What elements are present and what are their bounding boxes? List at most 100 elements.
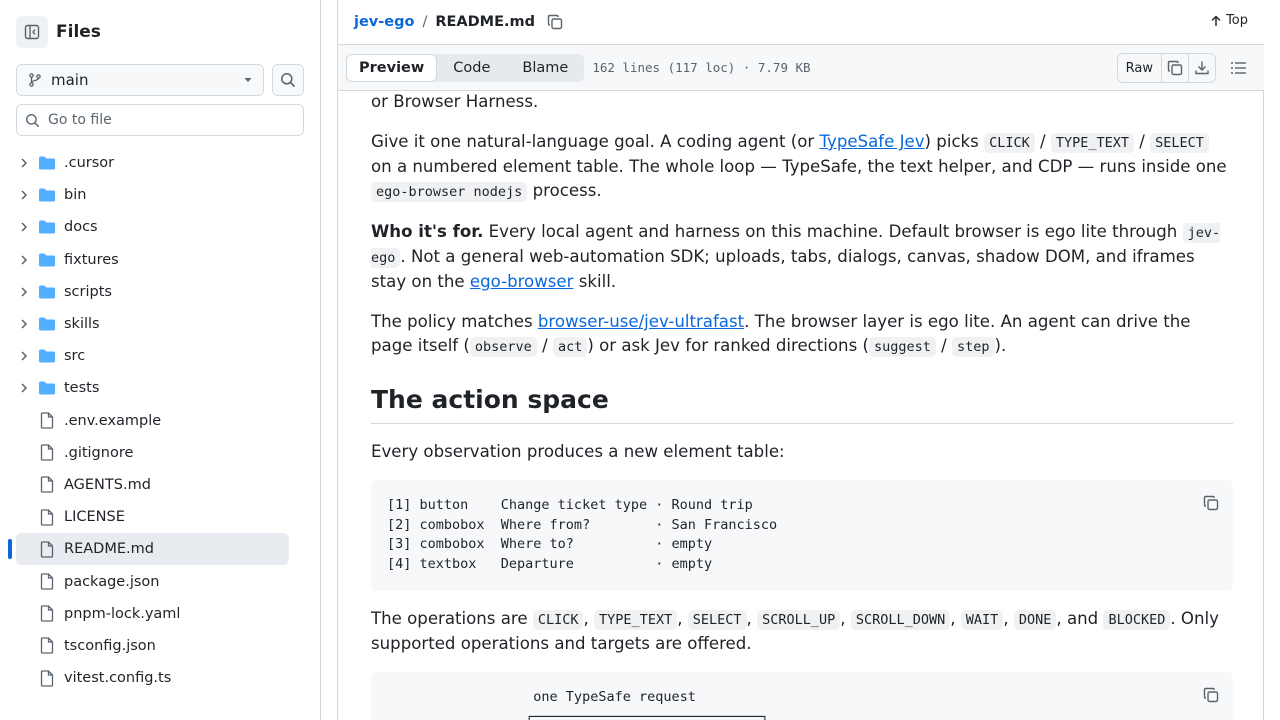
text: , — [746, 608, 758, 628]
file-viewer: jev-ego / README.md Top Preview Code Bla… — [337, 0, 1264, 720]
copy-raw-button[interactable] — [1161, 54, 1188, 82]
tree-item-label: docs — [64, 219, 98, 236]
file-icon-slot — [38, 412, 56, 429]
tree-folder-item[interactable]: docs — [16, 211, 289, 243]
branch-selector[interactable]: main — [16, 64, 264, 96]
tab-blame[interactable]: Blame — [506, 54, 584, 82]
text: , — [1003, 608, 1014, 628]
folder-icon-slot — [38, 187, 56, 203]
tree-folder-item[interactable]: tests — [16, 372, 289, 404]
tab-code[interactable]: Code — [437, 54, 506, 82]
folder-icon-slot — [38, 348, 56, 364]
chevron-slot[interactable] — [16, 189, 32, 201]
tree-file-item[interactable]: LICENSE — [16, 501, 289, 533]
tree-item-label: fixtures — [64, 251, 119, 268]
ego-browser-link[interactable]: ego-browser — [470, 272, 574, 291]
folder-icon — [39, 349, 55, 363]
folder-icon — [39, 317, 55, 331]
text: Every local agent and harness on this ma… — [483, 222, 1183, 241]
tree-file-item[interactable]: pnpm-lock.yaml — [16, 598, 289, 630]
inline-code: TYPE_TEXT — [594, 609, 678, 630]
download-icon — [1195, 61, 1209, 75]
chevron-right-icon — [21, 287, 28, 297]
tree-folder-item[interactable]: scripts — [16, 276, 289, 308]
go-to-file-field[interactable] — [16, 104, 304, 136]
tree-item-label: AGENTS.md — [64, 476, 151, 493]
tree-folder-item[interactable]: fixtures — [16, 244, 289, 276]
tab-preview[interactable]: Preview — [346, 53, 438, 82]
chevron-slot[interactable] — [16, 382, 32, 394]
inline-code: SELECT — [687, 609, 747, 630]
file-toolbar: Preview Code Blame 162 lines (117 loc) ·… — [338, 45, 1264, 91]
tree-file-item[interactable]: AGENTS.md — [16, 469, 289, 501]
text: , — [677, 608, 688, 628]
text: / — [536, 336, 553, 355]
outline-button[interactable] — [1230, 60, 1248, 76]
branch-name: main — [51, 71, 89, 89]
tree-file-item[interactable]: package.json — [16, 565, 289, 597]
folder-icon — [39, 220, 55, 234]
inline-code: WAIT — [960, 609, 1004, 630]
file-icon-slot — [38, 573, 56, 590]
tree-item-label: .gitignore — [64, 444, 134, 461]
tree-folder-item[interactable]: skills — [16, 308, 289, 340]
file-icon — [40, 509, 54, 526]
text: ). — [994, 336, 1007, 355]
folder-icon — [39, 381, 55, 395]
chevron-slot[interactable] — [16, 221, 32, 233]
typesafe-jev-link[interactable]: TypeSafe Jev — [819, 132, 924, 151]
tree-folder-item[interactable]: src — [16, 340, 289, 372]
tree-item-label: package.json — [64, 573, 160, 590]
search-button[interactable] — [272, 64, 304, 96]
file-icon — [40, 476, 54, 494]
git-branch-icon — [29, 73, 41, 87]
paragraph: The operations are CLICK, TYPE_TEXT, SEL… — [371, 607, 1233, 656]
chevron-slot[interactable] — [16, 157, 32, 169]
chevron-right-icon — [21, 319, 28, 329]
view-mode-tabs: Preview Code Blame — [346, 53, 585, 82]
tree-item-label: vitest.config.ts — [64, 670, 172, 687]
file-icon — [40, 444, 54, 461]
section-heading: The action space — [371, 383, 1233, 424]
text: The operations are — [371, 608, 533, 628]
tree-folder-item[interactable]: .cursor — [16, 147, 289, 179]
top-button[interactable]: Top — [1210, 13, 1248, 28]
tree-file-item[interactable]: README.md — [8, 533, 289, 566]
text: , — [840, 608, 851, 628]
repo-link[interactable]: jev-ego — [354, 14, 414, 30]
file-tree-sidebar: Files main .cursor bin docs fixtures scripts… — [0, 0, 321, 720]
text: / — [1134, 132, 1151, 151]
copy-code-button[interactable] — [1203, 686, 1219, 710]
code-block: [1] button Change ticket type · Round tr… — [371, 480, 1233, 591]
tree-folder-item[interactable]: bin — [16, 179, 289, 211]
chevron-slot[interactable] — [16, 254, 32, 266]
inline-code: act — [552, 337, 588, 357]
text: The policy matches — [371, 312, 538, 331]
go-to-file-input[interactable] — [48, 112, 288, 128]
chevron-slot[interactable] — [16, 318, 32, 330]
folder-icon-slot — [38, 316, 56, 332]
collapse-sidebar-button[interactable] — [16, 16, 48, 48]
file-name: README.md — [435, 14, 536, 30]
download-button[interactable] — [1188, 54, 1215, 82]
text: ) picks — [924, 132, 985, 151]
code-block: one TypeSafe request ┌──────────────────… — [371, 671, 1233, 720]
file-icon — [40, 605, 54, 622]
file-icon — [40, 541, 54, 558]
folder-icon-slot — [38, 252, 56, 268]
tree-file-item[interactable]: .env.example — [16, 405, 289, 437]
copy-code-button[interactable] — [1203, 494, 1219, 518]
chevron-slot[interactable] — [16, 286, 32, 298]
tree-file-item[interactable]: .gitignore — [16, 437, 289, 469]
chevron-right-icon — [21, 383, 28, 393]
file-icon-slot — [38, 637, 56, 655]
top-label: Top — [1226, 13, 1248, 28]
tree-file-item[interactable]: vitest.config.ts — [16, 662, 289, 694]
chevron-slot[interactable] — [16, 350, 32, 362]
copy-path-button[interactable] — [547, 14, 563, 30]
inline-code: observe — [469, 337, 537, 357]
raw-button[interactable]: Raw — [1118, 54, 1161, 82]
jev-ultrafast-link[interactable]: browser-use/jev-ultrafast — [538, 312, 744, 331]
tree-file-item[interactable]: tsconfig.json — [16, 630, 289, 662]
text: ) or ask Jev for ranked directions ( — [587, 336, 869, 355]
